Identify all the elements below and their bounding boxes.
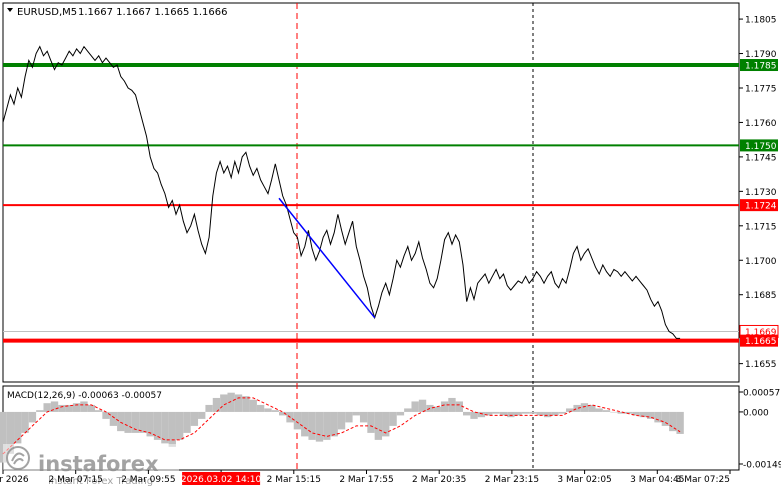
price-tick-label: 1.1655 [745, 360, 777, 370]
macd-bar [308, 411, 316, 440]
macd-bar [676, 411, 684, 434]
macd-bar [80, 401, 88, 412]
macd-bar [87, 404, 95, 412]
time-tick-label: 2 Mar 2026 [0, 475, 29, 485]
macd-bar [190, 411, 199, 426]
level-label-text: 1.1785 [745, 62, 777, 72]
macd-bar [14, 411, 22, 444]
macd-bar [573, 404, 581, 412]
macd-bar [168, 411, 176, 447]
macd-bar [396, 411, 405, 416]
price-tick-label: 1.1700 [745, 257, 777, 267]
macd-bar [95, 410, 103, 412]
macd-bar [543, 411, 552, 418]
macd-bar [440, 401, 449, 412]
time-tick-label: 2 Mar 17:55 [339, 475, 393, 485]
macd-bar [337, 411, 346, 430]
price-tick-label: 1.1760 [745, 119, 777, 129]
level-label-text: 1.1750 [745, 142, 777, 152]
macd-bar [58, 404, 66, 412]
time-tick-label: 3 Mar 02:05 [557, 475, 611, 485]
macd-bar [249, 399, 257, 412]
macd-bar [374, 411, 383, 440]
macd-bar [175, 411, 184, 440]
macd-bar [315, 411, 324, 442]
time-tick-label: 2 Mar 07:15 [49, 475, 103, 485]
macd-bar [514, 411, 522, 416]
time-tick-label: 2 Mar 20:35 [412, 475, 466, 485]
macd-bar [529, 411, 537, 414]
time-tick-label: 2 Mar 23:15 [485, 475, 539, 485]
price-tick-label: 1.1730 [745, 188, 777, 198]
macd-bar [293, 411, 302, 430]
macd-bar [139, 411, 147, 433]
macd-bar [558, 411, 567, 414]
macd-bar [345, 411, 353, 423]
macd-bar [654, 411, 662, 423]
chart-root: EURUSD,M5 1.1667 1.1667 1.1665 1.1666 1.… [0, 0, 781, 489]
macd-bar [124, 411, 132, 433]
macd-bar [330, 411, 338, 437]
macd-bar [183, 411, 191, 433]
macd-tick-label: 0.00057 [743, 389, 780, 399]
macd-bar [411, 401, 419, 412]
time-tick-label: 2 Mar 09:55 [121, 475, 175, 485]
level-label-text: 1.1665 [745, 337, 777, 347]
macd-bar [102, 411, 110, 419]
macd-bar [352, 411, 360, 416]
macd-bar [610, 411, 618, 413]
macd-bar [580, 403, 589, 412]
macd-bar [205, 404, 213, 412]
macd-bar [264, 408, 272, 412]
macd-bar [43, 403, 51, 412]
price-tick-label: 1.1790 [745, 50, 777, 60]
macd-bar [271, 410, 279, 412]
macd-bar [367, 411, 375, 433]
chart-header: EURUSD,M5 1.1667 1.1667 1.1665 1.1666 [7, 7, 228, 18]
price-tick-label: 1.1715 [745, 222, 777, 232]
macd-bar [234, 394, 243, 412]
time-tick-label: 2026.03.02 14:10 [181, 475, 262, 485]
macd-tick-label: 0.000 [743, 408, 769, 418]
macd-bar [404, 408, 412, 412]
price-tick-label: 1.1775 [745, 84, 777, 94]
time-tick-label: 3 Mar 07:25 [676, 475, 730, 485]
macd-title: MACD(12,26,9) -0.00063 -0.00057 [7, 391, 162, 401]
price-tick-label: 1.1685 [745, 291, 777, 301]
macd-bar [477, 411, 486, 418]
macd-bar [492, 411, 500, 414]
macd-bar [359, 411, 368, 423]
level-label-text: 1.1724 [745, 202, 777, 212]
macd-bar [242, 396, 250, 412]
macd-bar [198, 411, 206, 419]
price-tick-label: 1.1805 [745, 16, 777, 26]
macd-bar [507, 411, 515, 418]
price-tick-label: 1.1745 [745, 153, 777, 163]
macd-bar [602, 410, 611, 412]
time-tick-label: 2 Mar 15:15 [267, 475, 321, 485]
watermark-brand: instaforex [38, 452, 159, 476]
macd-bar [36, 410, 44, 412]
macd-bar [301, 411, 309, 437]
macd-bar [499, 411, 508, 416]
macd-bar [521, 411, 530, 414]
macd-bar [256, 404, 265, 412]
macd-bar [21, 411, 29, 433]
macd-bar [28, 411, 37, 423]
macd-bar [117, 411, 125, 432]
ohlc-label: 1.1667 1.1667 1.1665 1.1666 [78, 7, 228, 18]
macd-bar [551, 411, 559, 416]
macd-tick-label: -0.00149 [743, 461, 781, 471]
macd-bar [418, 399, 427, 412]
macd-bar [109, 411, 118, 426]
macd-bar [536, 411, 544, 416]
macd-bar [463, 411, 471, 416]
symbol-label: EURUSD,M5 [17, 7, 77, 18]
macd-bar [389, 411, 397, 426]
macd-bar [595, 408, 603, 412]
